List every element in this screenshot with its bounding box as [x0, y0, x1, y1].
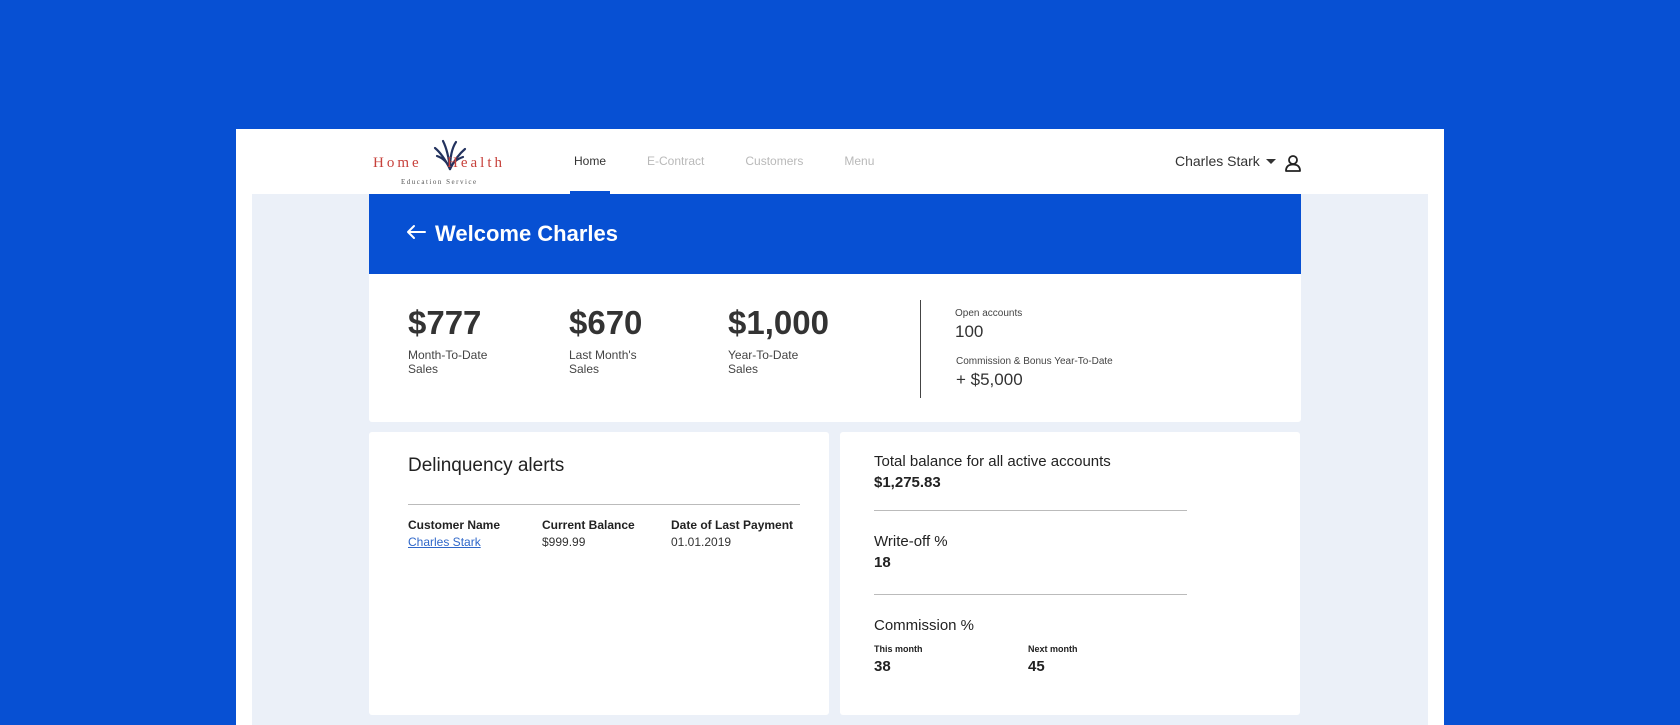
- delinquency-card: Delinquency alerts Customer Name Charles…: [369, 432, 829, 715]
- total-balance: Total balance for all active accounts $1…: [874, 453, 1111, 491]
- app-window: Home Health Education Service Home E-Con…: [236, 129, 1444, 725]
- nav-menu[interactable]: Menu: [844, 129, 874, 194]
- nav-e-contract[interactable]: E-Contract: [647, 129, 704, 194]
- nav-home[interactable]: Home: [569, 129, 611, 194]
- commission-ytd: Commission & Bonus Year-To-Date + $5,000: [956, 356, 1113, 390]
- stat-ytd-value: $1,000: [728, 304, 829, 341]
- account-summary-card: Total balance for all active accounts $1…: [840, 432, 1300, 715]
- stat-mtd-value: $777: [408, 304, 482, 341]
- col-header-date: Date of Last Payment: [671, 518, 794, 532]
- customer-link[interactable]: Charles Stark: [408, 535, 481, 549]
- commission-ytd-label: Commission & Bonus Year-To-Date: [956, 356, 1113, 367]
- logo-subtitle: Education Service: [401, 178, 478, 186]
- user-profile-icon[interactable]: [1284, 154, 1302, 172]
- cell-date: 01.01.2019: [671, 535, 732, 549]
- total-balance-label: Total balance for all active accounts: [874, 453, 1111, 470]
- write-off: Write-off % 18: [874, 533, 948, 571]
- commission-label: Commission %: [874, 617, 975, 634]
- col-header-balance: Current Balance: [542, 518, 635, 532]
- write-off-label: Write-off %: [874, 533, 948, 550]
- col-header-customer: Customer Name: [408, 518, 501, 532]
- main-nav: Home E-Contract Customers Menu: [569, 129, 915, 194]
- write-off-value: 18: [874, 554, 891, 571]
- commission-ytd-value: + $5,000: [956, 370, 1023, 389]
- next-month-value: 45: [1028, 658, 1045, 675]
- commission: Commission %: [874, 617, 974, 634]
- stat-ytd: $1,000 Year-To-Date Sales: [728, 304, 829, 376]
- col-customer: Customer Name Charles Stark: [408, 518, 500, 549]
- stat-last-month-label: Last Month's Sales: [569, 348, 637, 376]
- col-balance: Current Balance $999.99: [542, 518, 635, 549]
- this-month-label: This month: [874, 644, 923, 654]
- user-menu[interactable]: Charles Stark: [1175, 153, 1276, 169]
- welcome-banner: Welcome Charles: [369, 194, 1301, 274]
- open-accounts-label: Open accounts: [955, 308, 1023, 319]
- open-accounts-value: 100: [955, 322, 984, 341]
- summary-divider-2: [874, 594, 1187, 595]
- main-content: Welcome Charles $777 Month-To-Date Sales…: [252, 194, 1428, 725]
- stat-last-month: $670 Last Month's Sales: [569, 304, 659, 376]
- delinquency-title: Delinquency alerts: [408, 455, 565, 476]
- nav-customers[interactable]: Customers: [745, 129, 803, 194]
- home-health-logo[interactable]: Home Health Education Service: [373, 137, 525, 186]
- total-balance-value: $1,275.83: [874, 474, 941, 491]
- stat-mtd-label: Month-To-Date Sales: [408, 348, 488, 376]
- stat-last-month-value: $670: [569, 304, 643, 341]
- cell-balance: $999.99: [542, 535, 586, 549]
- open-accounts: Open accounts 100: [955, 308, 1022, 342]
- delinquency-divider: [408, 504, 800, 505]
- stats-divider: [920, 300, 921, 398]
- stat-mtd: $777 Month-To-Date Sales: [408, 304, 498, 376]
- caret-down-icon: [1265, 158, 1276, 164]
- commission-next-month: Next month 45: [1028, 644, 1078, 675]
- arrow-left-icon[interactable]: [406, 224, 426, 240]
- stat-ytd-label: Year-To-Date Sales: [728, 348, 799, 376]
- user-name: Charles Stark: [1175, 153, 1260, 169]
- sales-stats-card: $777 Month-To-Date Sales $670 Last Month…: [369, 274, 1301, 422]
- logo-word-home: Home: [373, 155, 422, 171]
- col-date: Date of Last Payment 01.01.2019: [671, 518, 793, 549]
- top-navbar: Home Health Education Service Home E-Con…: [236, 129, 1444, 194]
- this-month-value: 38: [874, 658, 891, 675]
- page-title: Welcome Charles: [435, 221, 619, 246]
- summary-divider-1: [874, 510, 1187, 511]
- next-month-label: Next month: [1028, 644, 1078, 654]
- commission-this-month: This month 38: [874, 644, 923, 675]
- logo-word-health: Health: [447, 155, 505, 171]
